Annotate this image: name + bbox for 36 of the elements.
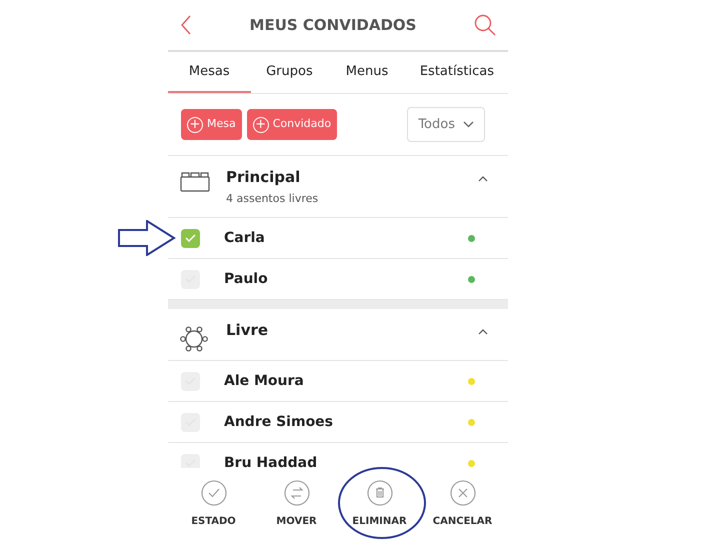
- table-name: Livre: [226, 320, 270, 341]
- checkbox[interactable]: [181, 412, 200, 432]
- check-icon: [185, 234, 196, 242]
- trash-icon: [366, 480, 392, 506]
- guest-name: Andre Simoes: [224, 412, 334, 432]
- tab[interactable]: Mesas: [168, 52, 251, 93]
- action-button[interactable]: CANCELAR: [426, 480, 498, 528]
- table-icon: [180, 172, 210, 192]
- chevron-up-icon[interactable]: [478, 176, 488, 182]
- seats-free-text: 4 assentos livres: [226, 190, 320, 206]
- search-icon[interactable]: [474, 14, 496, 36]
- filter-dropdown[interactable]: Todos: [407, 107, 485, 142]
- check-icon: [200, 480, 226, 506]
- checkbox[interactable]: [181, 372, 200, 390]
- guest-name: Ale Moura: [224, 372, 305, 390]
- close-icon: [450, 480, 476, 506]
- round-table-icon: [180, 325, 208, 353]
- check-icon: [185, 459, 196, 467]
- table-name: Principal: [226, 167, 302, 188]
- guest-name: Bru Haddad: [224, 454, 318, 468]
- tab[interactable]: Menus: [328, 52, 406, 93]
- action-button[interactable]: ESTADO: [178, 480, 250, 528]
- action-button[interactable]: MOVER: [260, 480, 332, 528]
- back-icon[interactable]: [180, 15, 192, 35]
- checkbox[interactable]: [181, 270, 200, 288]
- pointer-arrow-drawing: [118, 220, 176, 256]
- swap-arrows-icon: [284, 480, 310, 506]
- guest-name: Carla: [224, 228, 266, 248]
- chevron-down-icon: [463, 121, 474, 128]
- checkbox[interactable]: [181, 228, 200, 248]
- checkbox[interactable]: [181, 454, 200, 468]
- guest-name: Paulo: [224, 270, 269, 288]
- tab[interactable]: Estatísticas: [406, 52, 508, 93]
- screen-title: MEUS CONVIDADOS: [250, 14, 416, 36]
- chevron-up-icon[interactable]: [478, 329, 488, 335]
- tab[interactable]: Grupos: [250, 52, 328, 93]
